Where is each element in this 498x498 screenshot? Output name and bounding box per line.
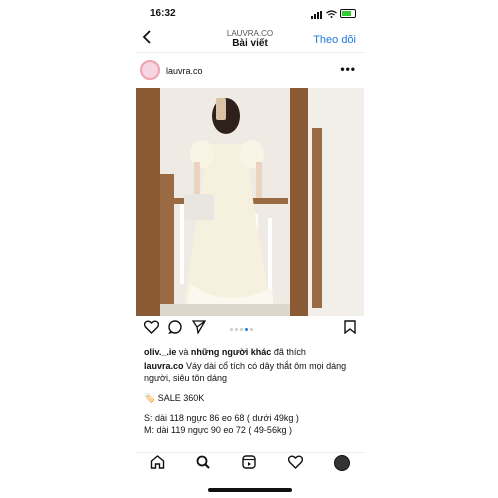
bottom-tab-bar bbox=[136, 452, 364, 477]
likes-line: oliv._.ie và những người khác đã thích bbox=[144, 347, 306, 357]
post-photo bbox=[136, 88, 364, 316]
home-indicator bbox=[208, 488, 292, 492]
post-caption: oliv._.ie và những người khác đã thích l… bbox=[144, 346, 356, 436]
signal-icon bbox=[311, 8, 323, 19]
follow-button[interactable]: Theo dõi bbox=[313, 34, 356, 46]
send-icon bbox=[191, 320, 207, 335]
caption-author[interactable]: lauvra.co bbox=[144, 361, 184, 371]
bookmark-icon bbox=[344, 320, 356, 335]
home-icon bbox=[150, 455, 165, 469]
heart-icon bbox=[143, 320, 160, 334]
liker-handle[interactable]: oliv._.ie bbox=[144, 347, 176, 357]
post-author-handle[interactable]: lauvra.co bbox=[166, 66, 203, 76]
size-s: S: dài 118 ngực 86 eo 68 ( dưới 49kg ) bbox=[144, 413, 299, 423]
avatar[interactable] bbox=[140, 60, 160, 80]
save-button[interactable] bbox=[344, 320, 356, 337]
search-icon bbox=[196, 455, 210, 469]
status-time: 16:32 bbox=[150, 8, 176, 19]
sale-tag-icon: 🏷️ bbox=[144, 393, 156, 403]
post-actions bbox=[136, 320, 364, 342]
more-options-button[interactable]: ••• bbox=[340, 62, 356, 76]
battery-icon bbox=[340, 9, 356, 18]
share-button[interactable] bbox=[191, 320, 207, 337]
caption-text: lauvra.co Váy dài cổ tích có dây thắt ôm… bbox=[144, 360, 356, 384]
carousel-dots bbox=[230, 328, 253, 331]
tab-reels[interactable] bbox=[242, 455, 256, 472]
like-button[interactable] bbox=[143, 320, 160, 337]
sale-price: SALE 360K bbox=[157, 393, 205, 403]
tab-home[interactable] bbox=[150, 455, 165, 472]
status-bar: 16:32 bbox=[136, 6, 364, 20]
profile-avatar bbox=[334, 455, 350, 471]
reels-icon bbox=[242, 455, 256, 469]
post-image[interactable] bbox=[136, 88, 364, 316]
phone-screen: 16:32 LAUVRA.CO Bài viết Theo dõi lauvra… bbox=[136, 0, 364, 498]
wifi-icon bbox=[326, 9, 337, 18]
likes-others-link[interactable]: những người khác bbox=[191, 347, 271, 357]
comment-icon bbox=[168, 320, 182, 334]
tab-search[interactable] bbox=[196, 455, 210, 472]
tab-activity[interactable] bbox=[287, 455, 304, 472]
status-icons bbox=[311, 8, 356, 19]
post-nav-bar: LAUVRA.CO Bài viết Theo dõi bbox=[136, 26, 364, 53]
comment-button[interactable] bbox=[168, 320, 182, 337]
post-header: lauvra.co ••• bbox=[136, 58, 364, 84]
ellipsis-icon: ••• bbox=[340, 62, 356, 76]
sale-line: 🏷️ SALE 360K bbox=[144, 392, 356, 404]
carousel-dot-active bbox=[245, 328, 248, 331]
heart-icon bbox=[287, 455, 304, 469]
size-m: M: dài 119 ngực 90 eo 72 ( 49-56kg ) bbox=[144, 425, 292, 435]
tab-profile[interactable] bbox=[334, 455, 350, 474]
